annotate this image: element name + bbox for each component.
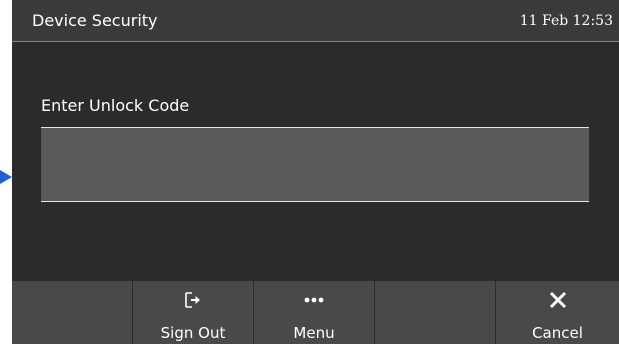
sign-out-button[interactable]: Sign Out	[133, 281, 254, 344]
cancel-button[interactable]: Cancel	[496, 281, 619, 344]
cancel-label: Cancel	[532, 324, 583, 342]
sign-out-label: Sign Out	[160, 324, 226, 342]
focus-indicator-arrow-icon	[0, 170, 12, 184]
more-dots-icon	[254, 289, 374, 311]
softkey-4-empty	[375, 281, 496, 344]
unlock-code-label: Enter Unlock Code	[41, 96, 190, 115]
menu-label: Menu	[293, 324, 335, 342]
sign-out-icon	[133, 289, 253, 311]
softkey-bar: Sign Out Menu Cancel	[12, 281, 619, 344]
menu-button[interactable]: Menu	[254, 281, 375, 344]
date-time: 11 Feb 12:53	[519, 13, 613, 29]
unlock-code-input[interactable]	[41, 127, 589, 202]
close-icon	[496, 289, 619, 311]
header-bar: Device Security 11 Feb 12:53	[12, 0, 619, 42]
page-title: Device Security	[32, 11, 158, 30]
softkey-1-empty	[12, 281, 133, 344]
